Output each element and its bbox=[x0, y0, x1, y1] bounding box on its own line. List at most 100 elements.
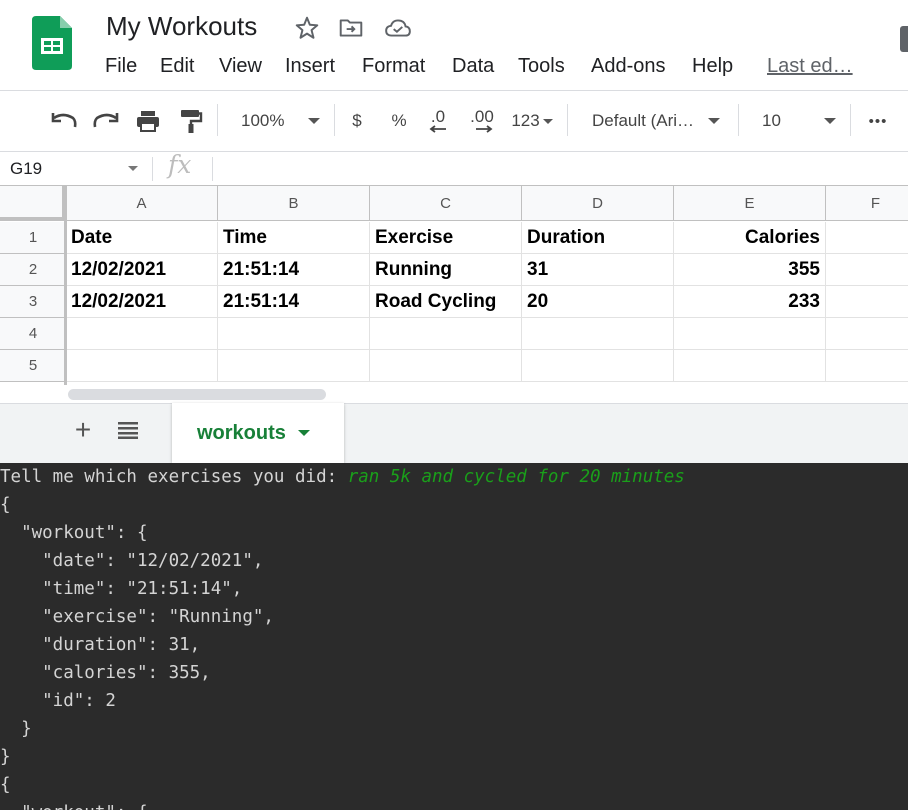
cell-e4[interactable] bbox=[674, 318, 826, 350]
print-icon[interactable] bbox=[132, 106, 164, 136]
cell-c1[interactable]: Exercise bbox=[370, 222, 522, 254]
cell-a2[interactable]: 12/02/2021 bbox=[66, 254, 218, 286]
menu-item-edit[interactable]: Edit bbox=[160, 55, 194, 78]
cell-e3[interactable]: 233 bbox=[674, 286, 826, 318]
frozen-divider bbox=[64, 186, 67, 385]
cell-c4[interactable] bbox=[370, 318, 522, 350]
all-sheets-icon[interactable] bbox=[118, 421, 138, 444]
cell-reference: G19 bbox=[10, 158, 43, 178]
row-header-4[interactable]: 4 bbox=[0, 318, 66, 350]
terminal-prompt-line: Tell me which exercises you did: ran 5k … bbox=[0, 463, 685, 491]
column-header-b[interactable]: B bbox=[218, 186, 370, 221]
percent-format-button[interactable]: % bbox=[385, 106, 413, 136]
menu-item-add-ons[interactable]: Add-ons bbox=[591, 55, 666, 78]
cell-f1[interactable] bbox=[826, 222, 908, 254]
header-divider bbox=[0, 90, 908, 91]
menu-item-file[interactable]: File bbox=[105, 55, 137, 78]
fx-icon: fx bbox=[168, 150, 192, 179]
row-header-5[interactable]: 5 bbox=[0, 350, 66, 382]
chevron-down-icon bbox=[297, 430, 310, 436]
chevron-down-icon bbox=[308, 118, 320, 124]
cell-b2[interactable]: 21:51:14 bbox=[218, 254, 370, 286]
arrow-right-icon bbox=[476, 125, 493, 133]
cell-f2[interactable] bbox=[826, 254, 908, 286]
cell-d4[interactable] bbox=[522, 318, 674, 350]
cell-d1[interactable]: Duration bbox=[522, 222, 674, 254]
cell-a4[interactable] bbox=[66, 318, 218, 350]
cloud-status-icon[interactable] bbox=[384, 15, 412, 46]
cell-c2[interactable]: Running bbox=[370, 254, 522, 286]
column-header-e[interactable]: E bbox=[674, 186, 826, 221]
cell-d2[interactable]: 31 bbox=[522, 254, 674, 286]
row-header-3[interactable]: 3 bbox=[0, 286, 66, 318]
collapse-header-icon[interactable] bbox=[900, 26, 908, 52]
sheets-logo[interactable] bbox=[32, 16, 72, 70]
menu-item-data[interactable]: Data bbox=[452, 55, 494, 78]
star-icon[interactable] bbox=[294, 15, 320, 46]
currency-format-button[interactable]: $ bbox=[343, 106, 371, 136]
cell-a1[interactable]: Date bbox=[66, 222, 218, 254]
menu-item-view[interactable]: View bbox=[219, 55, 262, 78]
decrease-decimal-button[interactable]: .0 bbox=[421, 106, 455, 136]
column-header-c[interactable]: C bbox=[370, 186, 522, 221]
formula-separator bbox=[212, 157, 213, 181]
toolbar-separator bbox=[738, 104, 739, 136]
cell-a5[interactable] bbox=[66, 350, 218, 382]
paint-format-icon[interactable] bbox=[176, 106, 206, 136]
menu-item-tools[interactable]: Tools bbox=[518, 55, 565, 78]
terminal-line: "date": "12/02/2021", bbox=[0, 551, 264, 571]
terminal-line: "id": 2 bbox=[0, 691, 116, 711]
undo-icon[interactable] bbox=[48, 106, 80, 136]
column-header-f[interactable]: F bbox=[826, 186, 908, 221]
terminal-line: "workout": { bbox=[0, 799, 147, 810]
toolbar-separator bbox=[217, 104, 218, 136]
move-to-folder-icon[interactable] bbox=[338, 15, 364, 46]
sheet-tab-workouts[interactable]: workouts bbox=[172, 403, 344, 463]
zoom-select[interactable]: 100% bbox=[236, 106, 326, 136]
cell-c5[interactable] bbox=[370, 350, 522, 382]
horizontal-scrollbar[interactable] bbox=[66, 385, 908, 403]
row-header-1[interactable]: 1 bbox=[0, 222, 66, 254]
formula-input[interactable] bbox=[220, 152, 900, 185]
cell-e1[interactable]: Calories bbox=[674, 222, 826, 254]
cell-c3[interactable]: Road Cycling bbox=[370, 286, 522, 318]
row-header-2[interactable]: 2 bbox=[0, 254, 66, 286]
last-edit-link[interactable]: Last ed… bbox=[767, 55, 853, 78]
menu-item-insert[interactable]: Insert bbox=[285, 55, 335, 78]
cell-b1[interactable]: Time bbox=[218, 222, 370, 254]
more-options-button[interactable]: ••• bbox=[860, 106, 896, 136]
cell-b5[interactable] bbox=[218, 350, 370, 382]
cell-f5[interactable] bbox=[826, 350, 908, 382]
cell-b3[interactable]: 21:51:14 bbox=[218, 286, 370, 318]
chevron-down-icon bbox=[128, 166, 138, 171]
menu-item-help[interactable]: Help bbox=[692, 55, 733, 78]
cell-a3[interactable]: 12/02/2021 bbox=[66, 286, 218, 318]
column-header-d[interactable]: D bbox=[522, 186, 674, 221]
column-header-a[interactable]: A bbox=[66, 186, 218, 221]
add-sheet-button[interactable]: + bbox=[70, 412, 96, 448]
number-format-select[interactable]: 123 bbox=[506, 106, 558, 136]
redo-icon[interactable] bbox=[90, 106, 122, 136]
scrollbar-thumb[interactable] bbox=[68, 389, 326, 400]
zoom-value: 100% bbox=[241, 111, 285, 130]
terminal-line: "duration": 31, bbox=[0, 635, 201, 655]
cell-f3[interactable] bbox=[826, 286, 908, 318]
chevron-down-icon bbox=[708, 118, 720, 124]
chevron-down-icon bbox=[542, 118, 553, 124]
cell-e2[interactable]: 355 bbox=[674, 254, 826, 286]
terminal-line: "exercise": "Running", bbox=[0, 607, 274, 627]
cell-e5[interactable] bbox=[674, 350, 826, 382]
font-family-select[interactable]: Default (Ari… bbox=[584, 106, 729, 136]
increase-decimal-button[interactable]: .00 bbox=[463, 106, 501, 136]
name-box[interactable]: G19 bbox=[0, 152, 150, 185]
sheet-tab-label: workouts bbox=[197, 421, 286, 444]
cell-b4[interactable] bbox=[218, 318, 370, 350]
formula-separator bbox=[152, 157, 153, 181]
font-size-select[interactable]: 10 bbox=[752, 106, 842, 136]
cell-f4[interactable] bbox=[826, 318, 908, 350]
document-title[interactable]: My Workouts bbox=[106, 11, 257, 42]
cell-d3[interactable]: 20 bbox=[522, 286, 674, 318]
select-all-corner[interactable] bbox=[0, 186, 66, 221]
menu-item-format[interactable]: Format bbox=[362, 55, 425, 78]
cell-d5[interactable] bbox=[522, 350, 674, 382]
